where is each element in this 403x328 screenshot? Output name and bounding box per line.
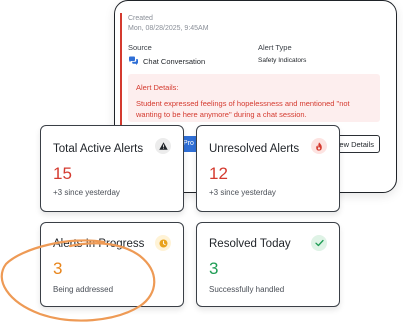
card-value: 3 [209, 259, 219, 278]
created-label: Created [128, 15, 153, 22]
source-label: Source [128, 43, 152, 52]
card-subtext: Successfully handled [209, 285, 285, 294]
alert-type-label: Alert Type [258, 43, 292, 52]
card-value: 15 [53, 164, 72, 183]
check-icon [311, 235, 327, 251]
chat-bubbles-icon [128, 56, 139, 66]
flame-icon [311, 138, 327, 154]
card-title: Unresolved Alerts [209, 143, 300, 155]
resolved-today-card: Resolved Today 3 Successfully handled [196, 222, 340, 307]
card-subtext: Being addressed [53, 285, 114, 294]
alert-type-value: Safety Indicators [258, 57, 307, 64]
alert-details-title: Alert Details: [136, 83, 179, 92]
warning-icon [155, 138, 171, 154]
card-value: 12 [209, 164, 228, 183]
total-active-alerts-card: Total Active Alerts 15 +3 since yesterda… [40, 125, 184, 212]
alert-details-box: Alert Details: Student expressed feeling… [128, 74, 380, 122]
card-value: 3 [53, 259, 63, 278]
card-title: Resolved Today [209, 238, 291, 250]
card-subtext: +3 since yesterday [209, 188, 276, 197]
source-value: Chat Conversation [128, 56, 205, 66]
source-value-text: Chat Conversation [143, 56, 206, 66]
card-title: Total Active Alerts [53, 143, 144, 155]
clock-icon [155, 235, 171, 251]
card-subtext: +3 since yesterday [53, 188, 120, 197]
created-timestamp: Mon, 08/28/2025, 9:45AM [128, 25, 209, 32]
alert-details-text: Student expressed feelings of hopelessne… [136, 99, 350, 119]
alerts-in-progress-card: Alerts In Progress 3 Being addressed [40, 222, 184, 307]
unresolved-alerts-card: Unresolved Alerts 12 +3 since yesterday [196, 125, 340, 212]
card-title: Alerts In Progress [53, 238, 145, 250]
